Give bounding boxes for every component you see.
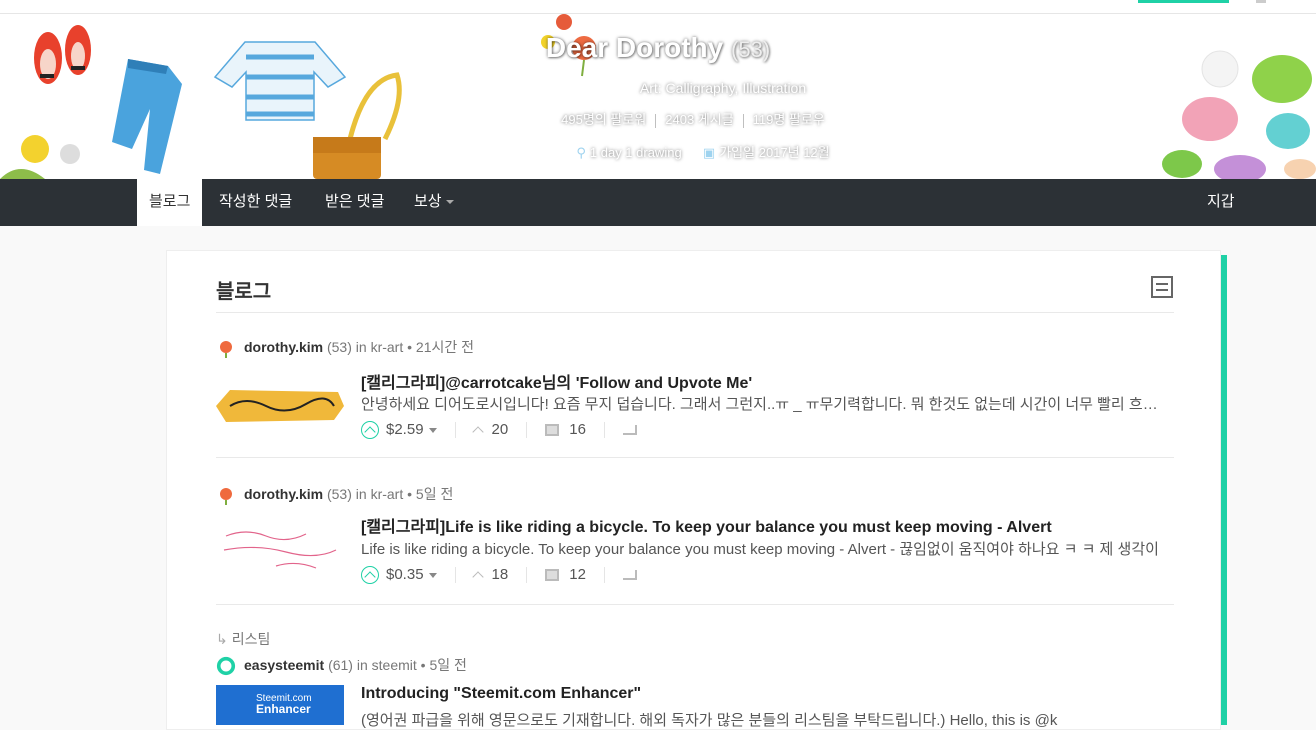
- calendar-icon: ▣: [702, 145, 716, 160]
- post-body[interactable]: 안녕하세요 디어도로시입니다! 요즘 무지 덥습니다. 그래서 그런지..ㅠ _…: [361, 393, 1171, 414]
- post-footer: $0.35 18 12: [361, 566, 637, 588]
- profile-about: Art: Calligraphy, Illustration: [639, 80, 807, 96]
- payout-dropdown-icon[interactable]: [428, 572, 437, 578]
- post-votes[interactable]: 20: [492, 421, 509, 438]
- post-author-line: dorothy.kim (53) in kr-art • 21시간 전: [216, 337, 474, 359]
- post-title[interactable]: [캘리그라피]@carrotcake님의 'Follow and Upvote …: [361, 369, 752, 393]
- avatar[interactable]: [216, 485, 236, 506]
- post-category[interactable]: steemit: [372, 657, 417, 673]
- profile-stats: 495명의 팔로워 2403 게시글 119명 팔로우: [0, 109, 1316, 128]
- comments-icon: [545, 424, 560, 437]
- payout-dropdown-icon[interactable]: [428, 427, 437, 433]
- resteem-icon: ↳: [216, 631, 228, 647]
- post-author-line: easysteemit (61) in steemit • 5일 전: [216, 655, 467, 676]
- resteem-label-text: 리스팀: [231, 631, 271, 647]
- avatar[interactable]: [216, 338, 236, 359]
- blog-card: 블로그 dorothy.kim (53) in kr-art • 21시간 전 …: [166, 250, 1221, 730]
- post-title[interactable]: [캘리그라피]Life is like riding a bicycle. To…: [361, 513, 1052, 537]
- thumb-text-bottom: Enhancer: [256, 702, 311, 716]
- location-pin-icon: ⚲: [576, 145, 586, 160]
- avatar[interactable]: [216, 656, 236, 676]
- post-comments[interactable]: 16: [569, 421, 586, 438]
- divider: [216, 312, 1174, 313]
- tab-replies[interactable]: 받은 댓글: [313, 179, 396, 226]
- post-time[interactable]: • 5일 전: [407, 486, 453, 502]
- post-title[interactable]: Introducing "Steemit.com Enhancer": [361, 685, 641, 703]
- following-count[interactable]: 119명 팔로우: [744, 112, 834, 127]
- post-payout[interactable]: $2.59: [386, 421, 424, 438]
- tab-comments[interactable]: 작성한 댓글: [207, 179, 304, 226]
- divider: [216, 604, 1174, 605]
- tab-blog[interactable]: 블로그: [137, 179, 203, 226]
- post-time[interactable]: • 5일 전: [421, 657, 467, 673]
- tab-rewards[interactable]: 보상: [402, 179, 466, 226]
- top-bar: [0, 0, 1316, 14]
- profile-reputation: (53): [731, 37, 771, 62]
- followers-count[interactable]: 495명의 팔로워: [552, 112, 655, 127]
- divider: [216, 457, 1174, 458]
- post-body[interactable]: Life is like riding a bicycle. To keep y…: [361, 538, 1171, 559]
- accent-bar: [1221, 255, 1227, 725]
- comments-icon: [545, 569, 560, 582]
- profile-joined: 가입일 2017년 12월: [719, 145, 830, 160]
- upvote-button[interactable]: [361, 421, 379, 440]
- upvote-button[interactable]: [361, 566, 379, 585]
- post-in-label: in: [356, 657, 368, 673]
- layout-toggle-icon[interactable]: [1151, 276, 1173, 298]
- resteem-label: ↳ 리스팀: [216, 629, 270, 649]
- post-thumbnail[interactable]: [216, 382, 344, 430]
- post-in-label: in: [355, 486, 367, 502]
- post-time[interactable]: • 21시간 전: [407, 339, 474, 355]
- post-category[interactable]: kr-art: [371, 339, 404, 355]
- tab-wallet[interactable]: 지갑: [1195, 179, 1247, 226]
- profile-nav: 블로그 작성한 댓글 받은 댓글 보상 지갑: [0, 179, 1316, 226]
- post-author-rep: (61): [328, 657, 353, 673]
- chevron-down-icon: [445, 200, 454, 205]
- post-author[interactable]: dorothy.kim: [244, 339, 323, 355]
- post-category[interactable]: kr-art: [371, 486, 404, 502]
- profile-display-name: Dear Dorothy: [545, 32, 724, 63]
- votes-icon: [471, 571, 484, 583]
- profile-meta: ⚲ 1 day 1 drawing ▣ 가입일 2017년 12월: [0, 142, 1316, 161]
- top-accent-line: [1138, 0, 1229, 3]
- post-author[interactable]: dorothy.kim: [244, 486, 323, 502]
- post-payout[interactable]: $0.35: [386, 566, 424, 583]
- post-votes[interactable]: 18: [492, 566, 509, 583]
- votes-icon: [471, 426, 484, 438]
- tab-rewards-label: 보상: [414, 193, 442, 210]
- post-thumbnail[interactable]: Steemit.com Enhancer: [216, 685, 344, 725]
- resteem-icon[interactable]: [622, 425, 637, 436]
- post-footer: $2.59 20 16: [361, 421, 637, 443]
- profile-name: Dear Dorothy (53): [0, 32, 1316, 64]
- post-thumbnail[interactable]: [216, 522, 344, 584]
- post-comments[interactable]: 12: [569, 566, 586, 583]
- profile-location: 1 day 1 drawing: [589, 145, 682, 160]
- posts-count: 2403 게시글: [665, 112, 734, 127]
- post-author-rep: (53): [326, 486, 352, 502]
- top-menu-stub[interactable]: [1256, 0, 1266, 3]
- resteem-icon[interactable]: [622, 570, 637, 581]
- post-author-line: dorothy.kim (53) in kr-art • 5일 전: [216, 484, 453, 506]
- post-author[interactable]: easysteemit: [244, 657, 324, 673]
- blog-heading: 블로그: [216, 281, 272, 303]
- post-in-label: in: [355, 339, 367, 355]
- profile-cover: Dear Dorothy (53) Art: Calligraphy, Illu…: [0, 14, 1316, 179]
- post-author-rep: (53): [326, 339, 352, 355]
- post-body[interactable]: (영어권 파급을 위해 영문으로도 기재합니다. 해외 독자가 많은 분들의 리…: [361, 709, 1171, 730]
